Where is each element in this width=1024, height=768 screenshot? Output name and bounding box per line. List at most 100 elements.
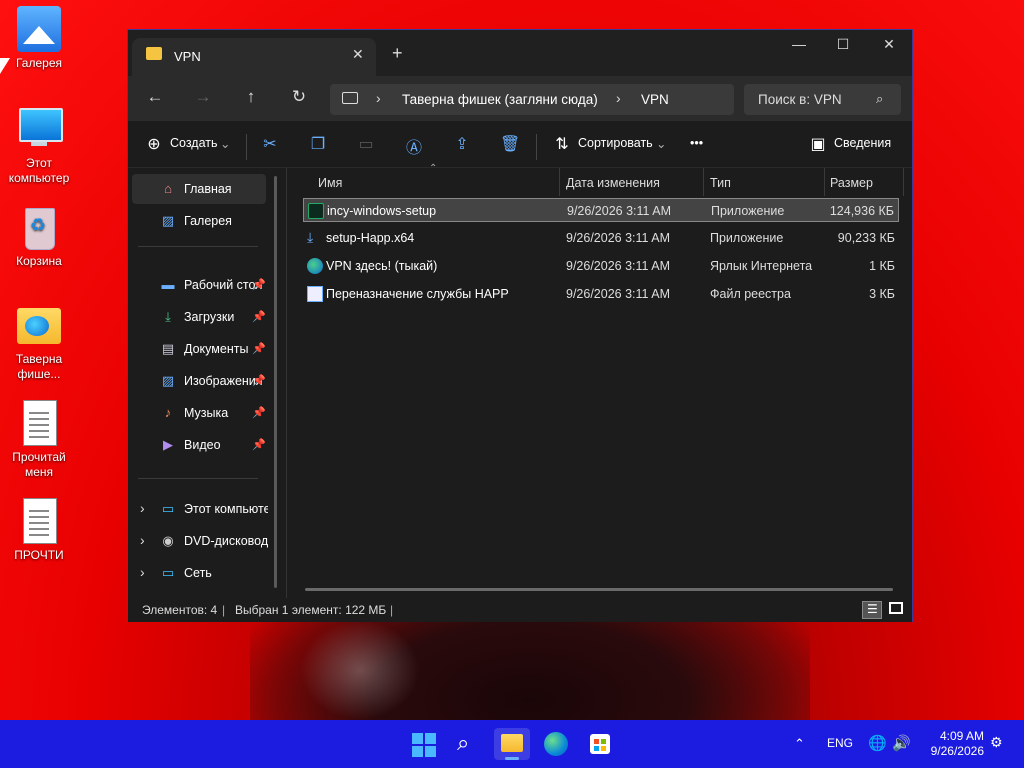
file-list: Имя ⌃ Дата изменения Тип Размер incy-win… — [287, 163, 912, 598]
cut-icon[interactable]: ✂ — [260, 134, 280, 154]
forward-arrow-icon[interactable]: → — [191, 87, 215, 107]
item-count: Элементов: 4 — [142, 603, 218, 617]
maximize-button[interactable]: ☐ — [828, 36, 858, 53]
folder-icon — [501, 734, 523, 752]
tab-close-icon[interactable]: ✕ — [352, 46, 364, 63]
column-label: Размер — [830, 176, 873, 190]
column-header-date[interactable]: Дата изменения — [560, 168, 703, 196]
create-button[interactable]: Создать — [170, 136, 218, 150]
sidebar-scrollbar[interactable] — [274, 176, 277, 588]
chevron-up-icon[interactable]: ⌃ — [794, 736, 805, 752]
notifications-icon[interactable]: ⚙ — [990, 734, 1003, 751]
toolbar-divider — [246, 134, 247, 160]
chevron-right-icon[interactable]: › — [376, 90, 381, 106]
desktop-icon-label: ПРОЧТИ — [14, 548, 64, 562]
table-row[interactable]: ⤓ setup-Happ.x64 9/26/2026 3:11 AM Прило… — [303, 226, 899, 250]
details-view-button[interactable]: ☰ — [862, 601, 882, 619]
file-name: setup-Happ.x64 — [326, 231, 415, 245]
chevron-right-icon[interactable]: › — [140, 532, 145, 548]
up-arrow-icon[interactable]: ↑ — [239, 87, 263, 107]
chevron-right-icon[interactable]: › — [140, 564, 145, 580]
start-button[interactable] — [406, 728, 442, 760]
computer-icon — [17, 106, 63, 152]
network-globe-icon[interactable]: 🌐 — [868, 734, 887, 752]
paste-icon[interactable]: ▭ — [356, 134, 376, 154]
sidebar-item-home[interactable]: ⌂ Главная — [132, 174, 266, 204]
back-arrow-icon[interactable]: ← — [143, 87, 167, 107]
column-label: Тип — [710, 176, 731, 190]
plus-circle-icon: ⊕ — [147, 136, 161, 153]
sidebar-item-documents[interactable]: ▤ Документы 📌 — [132, 334, 266, 364]
table-row[interactable]: VPN здесь! (тыкай) 9/26/2026 3:11 AM Ярл… — [303, 254, 899, 278]
copy-icon[interactable]: ❐ — [308, 134, 328, 154]
sidebar-item-dvd[interactable]: › ◉ DVD-дисковод ( — [132, 526, 268, 556]
file-explorer-taskbar-button[interactable] — [494, 728, 530, 760]
sidebar-divider — [138, 246, 258, 247]
file-explorer-window: VPN ✕ + — ☐ ✕ ← → ↑ ↻ › Таверна фишек (з… — [127, 29, 913, 622]
tab-vpn[interactable]: VPN ✕ — [132, 38, 376, 76]
desktop-icon-read[interactable]: ПРОЧТИ — [0, 498, 78, 563]
column-label: Дата изменения — [566, 176, 660, 190]
sidebar-item-gallery[interactable]: ▨ Галерея — [132, 206, 266, 236]
clock[interactable]: 4:09 AM 9/26/2026 — [922, 729, 984, 759]
chevron-down-icon[interactable]: ⌄ — [220, 136, 230, 151]
file-date: 9/26/2026 3:11 AM — [567, 204, 672, 218]
column-header-type[interactable]: Тип — [704, 168, 824, 196]
desktop-icon-recycle-bin[interactable]: Корзина — [0, 204, 78, 269]
music-icon: ♪ — [164, 405, 172, 420]
chevron-right-icon[interactable]: › — [140, 500, 145, 516]
search-input[interactable]: Поиск в: VPN — [758, 92, 842, 107]
column-divider[interactable] — [903, 168, 904, 196]
new-tab-button[interactable]: + — [392, 43, 403, 64]
details-pane-icon: ▣ — [810, 136, 826, 153]
share-icon[interactable]: ⇪ — [452, 134, 472, 154]
chevron-right-icon[interactable]: › — [616, 90, 621, 106]
sidebar-item-this-pc[interactable]: › ▭ Этот компьютер — [132, 494, 268, 524]
details-button[interactable]: Сведения — [834, 136, 891, 150]
close-button[interactable]: ✕ — [874, 36, 904, 53]
sidebar-item-label: DVD-дисковод ( — [184, 534, 268, 548]
sort-button[interactable]: Сортировать — [578, 136, 653, 150]
computer-icon — [342, 92, 358, 104]
column-header-name[interactable]: Имя ⌃ — [287, 163, 559, 196]
search-icon: ⌕ — [457, 730, 470, 755]
status-bar: Элементов: 4 | Выбран 1 элемент: 122 МБ … — [128, 598, 912, 622]
sidebar-item-music[interactable]: ♪ Музыка 📌 — [132, 398, 266, 428]
horizontal-scrollbar[interactable] — [305, 588, 893, 591]
delete-icon[interactable]: 🗑 — [500, 134, 520, 154]
store-taskbar-button[interactable] — [582, 728, 618, 760]
desktop-icon-gallery[interactable]: Галерея — [0, 6, 78, 71]
volume-icon[interactable]: 🔊 — [892, 734, 911, 752]
chevron-down-icon[interactable]: ⌄ — [656, 136, 666, 151]
column-header-size[interactable]: Размер — [825, 168, 903, 196]
table-row[interactable]: Переназначение службы HAPP 9/26/2026 3:1… — [303, 282, 899, 306]
desktop-icon-folder[interactable]: Таверна фише... — [0, 302, 78, 382]
rename-icon[interactable]: Ⓐ — [404, 134, 424, 158]
search-taskbar-button[interactable]: ⌕ — [450, 728, 486, 760]
sort-up-icon: ⌃ — [429, 163, 438, 174]
tab-title: VPN — [174, 49, 201, 64]
folder-icon — [17, 302, 61, 348]
sidebar-item-videos[interactable]: ▶ Видео 📌 — [132, 430, 266, 460]
refresh-icon[interactable]: ↻ — [287, 87, 311, 107]
search-box[interactable]: Поиск в: VPN ⌕ — [744, 84, 901, 115]
language-indicator[interactable]: ENG — [827, 736, 853, 750]
address-bar[interactable]: › Таверна фишек (загляни сюда) › VPN — [330, 84, 734, 115]
sidebar-item-label: Главная — [184, 182, 232, 196]
sidebar-item-network[interactable]: › ▭ Сеть — [132, 558, 266, 588]
sidebar-item-downloads[interactable]: ⤓ Загрузки 📌 — [132, 302, 266, 332]
dvd-drive-icon: ◉ — [162, 533, 174, 548]
table-row[interactable]: incy-windows-setup 9/26/2026 3:11 AM При… — [303, 198, 899, 222]
sidebar-divider — [138, 478, 258, 479]
minimize-button[interactable]: — — [784, 36, 814, 52]
desktop-icon-readme[interactable]: Прочитай меня — [0, 400, 78, 480]
sidebar-item-desktop[interactable]: ▬ Рабочий стол 📌 — [132, 270, 267, 300]
edge-taskbar-button[interactable] — [538, 728, 574, 760]
sidebar-item-pictures[interactable]: ▨ Изображения 📌 — [132, 366, 266, 396]
file-size: 90,233 КБ — [837, 231, 895, 245]
desktop-icon-this-pc[interactable]: Этот компьютер — [0, 106, 78, 186]
more-options-button[interactable]: ••• — [690, 136, 703, 150]
breadcrumb-tavern[interactable]: Таверна фишек (загляни сюда) — [402, 92, 598, 107]
breadcrumb-vpn[interactable]: VPN — [641, 92, 669, 107]
tiles-view-button[interactable] — [886, 601, 906, 619]
